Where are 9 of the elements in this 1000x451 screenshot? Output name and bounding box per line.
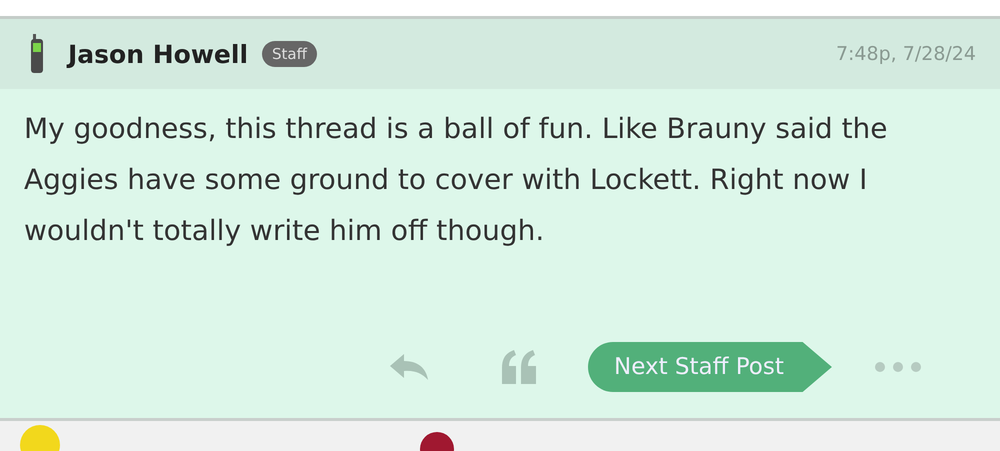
post-time: 7:48p, 7/28/24 [836,43,976,65]
post-body: My goodness, this thread is a ball of fun. Like Brauny said the Aggies have some ground to cover with Lockett. Right now I wouldn't totally write him off though. [24,111,889,249]
author-name[interactable]: Jason Howell [68,40,248,68]
badge-icon [420,429,454,451]
staff-badge: Staff [262,41,317,67]
reply-icon[interactable] [388,352,430,382]
more-icon[interactable] [874,361,922,373]
phone-icon [30,34,44,74]
quote-icon[interactable] [500,350,538,384]
